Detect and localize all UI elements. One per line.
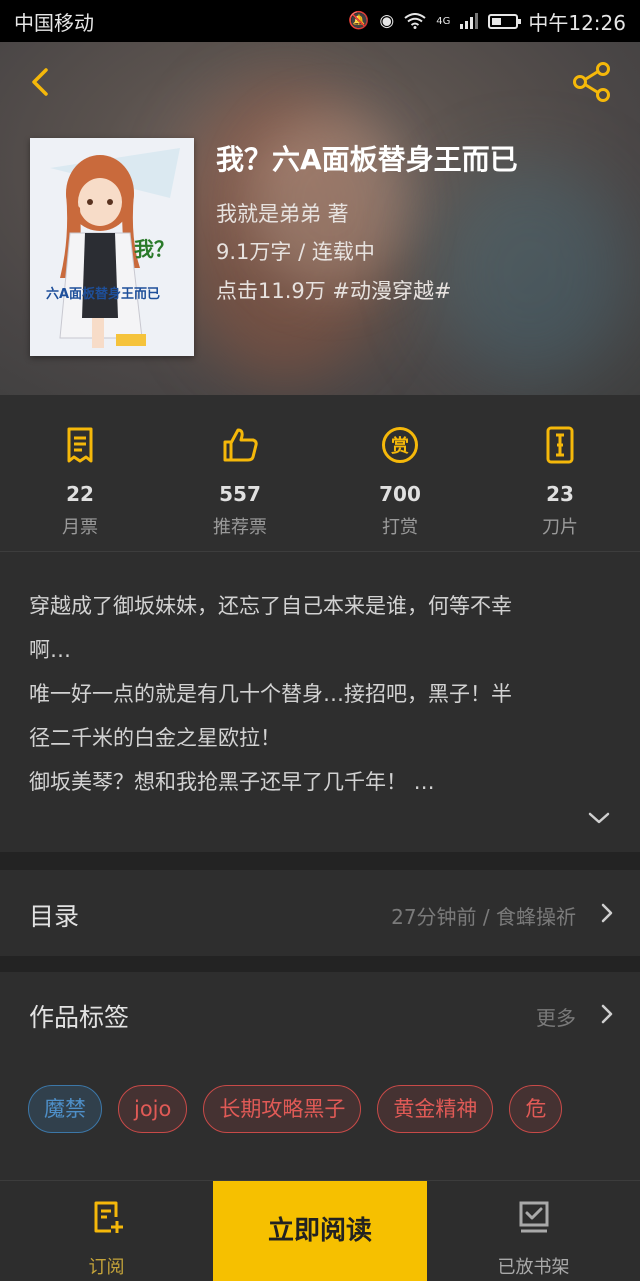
carrier-label: 中国移动 xyxy=(14,10,94,35)
section-divider xyxy=(0,956,640,972)
stat-label: 推荐票 xyxy=(213,517,267,538)
stat-value: 557 xyxy=(219,482,261,506)
cover-illustration: 我？ 六A面板替身王而已 xyxy=(30,138,194,356)
subscribe-button[interactable]: 订阅 xyxy=(0,1181,213,1281)
book-clicks-tag: 点击11.9万 #动漫穿越# xyxy=(216,279,452,303)
bookshelf-button[interactable]: 已放书架 xyxy=(427,1181,640,1281)
stat-value: 700 xyxy=(379,482,421,506)
stat-reward[interactable]: 赏 700 打赏 xyxy=(320,395,480,551)
intro-line: 御坂美琴？想和我抢黑子还早了几千年！ … xyxy=(29,770,435,794)
eye-icon: ◉ xyxy=(379,11,395,31)
stat-value: 23 xyxy=(546,482,574,506)
chevron-right-icon[interactable] xyxy=(600,1003,614,1025)
wifi-icon xyxy=(404,13,426,29)
intro-line: 唯一好一点的就是有几十个替身…接招吧，黑子！半 xyxy=(29,682,512,706)
subscribe-icon xyxy=(94,1201,123,1233)
svg-text:六A面板替身王而已: 六A面板替身王而已 xyxy=(46,286,160,302)
reward-coin-icon: 赏 xyxy=(382,427,418,463)
tag-chip[interactable]: 长期攻略黑子 xyxy=(203,1085,362,1133)
svg-text:我？: 我？ xyxy=(134,237,174,261)
bookshelf-check-icon xyxy=(519,1201,548,1233)
mute-icon: 🔕 xyxy=(348,11,370,31)
stat-label: 打赏 xyxy=(382,517,418,538)
stat-recommend[interactable]: 557 推荐票 xyxy=(160,395,320,551)
tag-chip[interactable]: jojo xyxy=(118,1085,188,1133)
read-now-button[interactable]: 立即阅读 xyxy=(213,1181,427,1281)
monthly-ticket-icon xyxy=(67,427,93,463)
tags-more-link[interactable]: 更多 xyxy=(536,1002,576,1031)
intro-line: 穿越成了御坂妹妹，还忘了自己本来是谁，何等不幸 xyxy=(29,594,512,618)
book-intro[interactable]: 穿越成了御坂妹妹，还忘了自己本来是谁，何等不幸 啊… 唯一好一点的就是有几十个替… xyxy=(0,552,640,852)
status-icons: 🔕 ◉ 4G 中午12:26 xyxy=(348,7,626,36)
tag-list: 魔禁 jojo 长期攻略黑子 黄金精神 危 xyxy=(28,1085,563,1133)
battery-icon xyxy=(488,13,522,29)
catalog-title: 目录 xyxy=(29,902,80,931)
section-divider xyxy=(0,852,640,870)
bookshelf-label: 已放书架 xyxy=(497,1257,570,1278)
book-word-count-status: 9.1万字 / 连载中 xyxy=(216,240,375,264)
book-header: 我？ 六A面板替身王而已 我？六A面板替身王而已 我就是弟弟 著 9.1万字 /… xyxy=(0,42,640,395)
bottom-action-bar: 订阅 立即阅读 已放书架 xyxy=(0,1180,640,1281)
tag-chip[interactable]: 魔禁 xyxy=(28,1085,102,1133)
clock-label: 中午12:26 xyxy=(528,10,626,35)
book-title: 我？六A面板替身王而已 xyxy=(216,143,518,176)
catalog-latest-update: 27分钟前 / 食蜂操祈 xyxy=(391,905,576,929)
intro-line: 径二千米的白金之星欧拉！ xyxy=(29,726,281,750)
stats-bar: 22 月票 557 推荐票 赏 700 打赏 23 刀片 xyxy=(0,395,640,552)
subscribe-label: 订阅 xyxy=(88,1257,125,1278)
status-bar: 中国移动 🔕 ◉ 4G 中午12:26 xyxy=(0,0,640,42)
tag-chip[interactable]: 危 xyxy=(509,1085,563,1133)
back-arrow-icon[interactable] xyxy=(22,62,62,102)
expand-chevron-icon[interactable] xyxy=(588,810,610,826)
stat-label: 刀片 xyxy=(542,517,578,538)
blade-card-icon xyxy=(546,426,574,464)
stat-label: 月票 xyxy=(62,517,98,538)
stat-monthly-ticket[interactable]: 22 月票 xyxy=(0,395,160,551)
intro-line: 啊… xyxy=(29,638,71,662)
tag-chip[interactable]: 黄金精神 xyxy=(377,1085,494,1133)
thumbs-up-icon xyxy=(223,428,258,462)
stat-value: 22 xyxy=(66,482,94,506)
book-cover[interactable]: 我？ 六A面板替身王而已 xyxy=(30,138,194,356)
svg-text:赏: 赏 xyxy=(391,435,409,457)
tags-section-title: 作品标签 xyxy=(29,1003,130,1032)
stat-blade[interactable]: 23 刀片 xyxy=(480,395,640,551)
catalog-row[interactable]: 目录 27分钟前 / 食蜂操祈 xyxy=(0,870,640,956)
signal-icon xyxy=(460,13,479,29)
chevron-right-icon xyxy=(601,903,613,923)
network-type-label: 4G xyxy=(436,15,451,27)
book-author[interactable]: 我就是弟弟 著 xyxy=(216,198,349,228)
tags-section: 作品标签 更多 xyxy=(0,972,640,1180)
share-icon[interactable] xyxy=(570,60,614,104)
